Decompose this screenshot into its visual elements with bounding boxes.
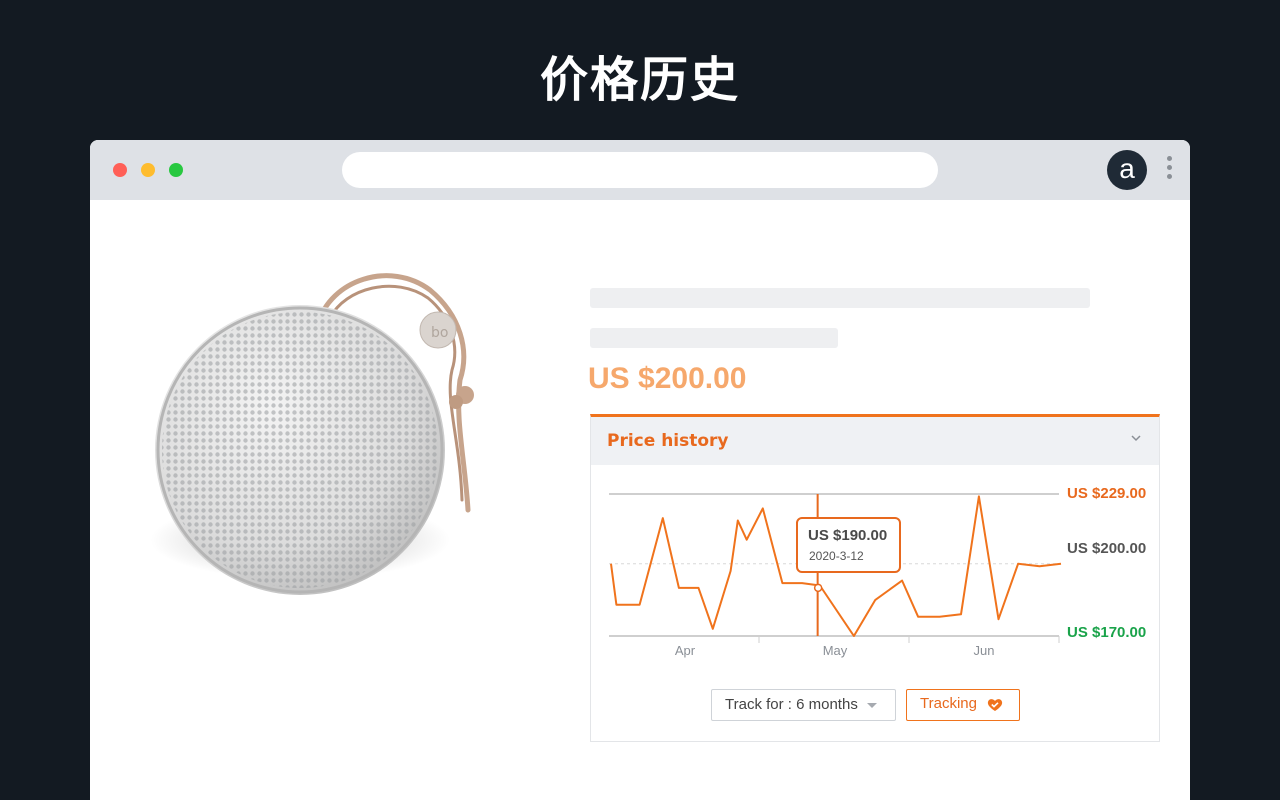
tracking-button[interactable]: Tracking xyxy=(906,689,1020,721)
tooltip-date: 2020-3-12 xyxy=(809,549,864,563)
speaker-product-image: bo xyxy=(150,273,474,595)
svg-text:bo: bo xyxy=(431,325,448,341)
address-bar[interactable] xyxy=(342,152,938,188)
high-price-label: US $229.00 xyxy=(1067,485,1146,502)
x-tick-label: May xyxy=(823,643,848,658)
subtitle-placeholder-bar xyxy=(590,328,838,348)
minimize-window-button[interactable] xyxy=(141,163,155,177)
track-duration-label: Track for : 6 months xyxy=(725,696,858,713)
price-history-panel: Price history Apr May Jun US $190.00 2020-… xyxy=(590,414,1160,742)
x-tick-label: Jun xyxy=(974,643,995,658)
tooltip-price: US $190.00 xyxy=(808,527,887,544)
x-tick-label: Apr xyxy=(675,643,696,658)
product-price: US $200.00 xyxy=(588,362,747,395)
price-history-chart: Apr May Jun US $190.00 2020-3-12 US $229.0… xyxy=(609,485,1146,658)
extension-logo-icon[interactable]: a xyxy=(1107,150,1147,190)
low-price-label: US $170.00 xyxy=(1067,624,1146,641)
close-window-button[interactable] xyxy=(113,163,127,177)
current-price-label: US $200.00 xyxy=(1067,540,1146,557)
hover-point-marker xyxy=(813,583,823,593)
price-tooltip: US $190.00 2020-3-12 xyxy=(796,517,901,573)
maximize-window-button[interactable] xyxy=(169,163,183,177)
heart-check-icon xyxy=(987,699,1003,711)
browser-window: a bo US $200.00 Price history Apr May Ju… xyxy=(90,140,1190,800)
title-placeholder-bar xyxy=(590,288,1090,308)
tracking-button-label: Tracking xyxy=(920,695,977,712)
kebab-menu-icon[interactable] xyxy=(1163,156,1175,184)
page-headline: 价格历史 xyxy=(539,52,740,108)
browser-toolbar: a xyxy=(90,140,1190,200)
dropdown-caret-icon xyxy=(867,703,877,708)
track-duration-select[interactable]: Track for : 6 months xyxy=(711,689,896,721)
